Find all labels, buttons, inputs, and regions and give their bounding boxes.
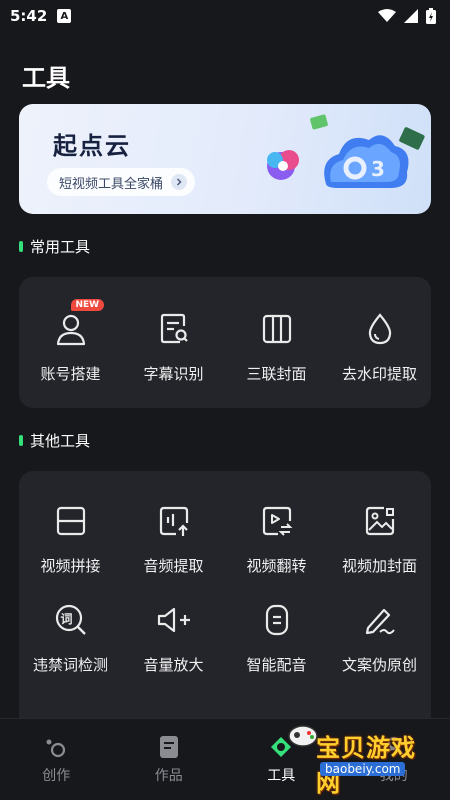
section-label: 常用工具 [30,238,91,256]
tool-volume-boost[interactable]: 音量放大 [122,600,225,675]
watermark-url: baobeiy.com [320,762,406,776]
tool-video-add-cover[interactable]: 视频加封面 [328,501,431,576]
create-icon [44,735,68,759]
works-icon [157,735,181,759]
tool-smart-dubbing[interactable]: 智能配音 [225,600,328,675]
common-tools-card: NEW 账号搭建 字幕识别 三联封面 去水印提取 [19,277,431,408]
tool-banned-word-check[interactable]: 词 违禁词检测 [19,600,122,675]
word-search-icon: 词 [51,600,91,640]
other-tools-card: 视频拼接 音频提取 视频翻转 视频加封面 词 违禁词检测 音量放大 智能配音 文… [19,471,431,731]
section-label: 其他工具 [30,432,91,450]
tool-label: 违禁词检测 [32,656,108,674]
section-marker [19,241,23,252]
promo-banner[interactable]: 起点云 短视频工具全家桶 3 [19,104,431,214]
tool-label: 字幕识别 [143,365,204,383]
tool-account-setup[interactable]: NEW 账号搭建 [19,299,122,384]
banner-pill-label: 短视频工具全家桶 [59,176,164,192]
video-flip-icon [257,501,297,541]
notification-app-icon: A [57,9,72,23]
volume-up-icon [154,600,194,640]
tool-label: 去水印提取 [341,365,417,383]
tool-label: 视频加封面 [341,557,417,575]
word-glyph: 词 [60,612,73,626]
split-frame-icon [51,501,91,541]
tool-video-merge[interactable]: 视频拼接 [19,501,122,576]
svg-text:3: 3 [371,157,385,181]
tab-create[interactable]: 创作 [0,719,113,800]
tool-label: 视频翻转 [246,557,307,575]
droplet-icon [360,309,400,349]
triple-panel-icon [257,309,297,349]
tool-copywriting-rewrite[interactable]: 文案伪原创 [328,600,431,675]
tool-watermark-removal[interactable]: 去水印提取 [328,309,431,384]
audio-extract-icon [154,501,194,541]
user-icon: NEW [51,299,105,349]
tool-subtitle-recognition[interactable]: 字幕识别 [122,309,225,384]
battery-icon [426,8,436,24]
image-cover-icon [360,501,400,541]
banner-title: 起点云 [53,132,131,160]
tab-label: 作品 [154,768,183,784]
pen-icon [360,600,400,640]
wifi-icon [378,9,396,22]
subtitle-search-icon [154,309,194,349]
section-header-other: 其他工具 [19,430,90,451]
site-watermark: 宝贝游戏网 baobeiy.com [288,722,440,797]
tool-label: 文案伪原创 [341,656,417,674]
section-header-common: 常用工具 [19,236,90,257]
tool-label: 视频拼接 [40,557,101,575]
banner-pill-button[interactable]: 短视频工具全家桶 [47,168,196,196]
chevron-right-icon [171,174,188,190]
tool-label: 账号搭建 [40,365,101,383]
gamepad-icon [288,725,318,747]
new-badge: NEW [70,299,105,311]
tool-label: 三联封面 [246,365,307,383]
tool-video-flip[interactable]: 视频翻转 [225,501,328,576]
tool-triple-cover[interactable]: 三联封面 [225,309,328,384]
tab-label: 创作 [42,768,71,784]
status-time: 5:42 [10,7,48,25]
tool-audio-extract[interactable]: 音频提取 [122,501,225,576]
status-bar: 5:42 A [0,0,450,32]
smart-dub-icon [257,600,297,640]
tab-works[interactable]: 作品 [113,719,226,800]
cloud-logo-illustration: 3 [267,114,425,188]
section-marker [19,435,23,446]
tool-label: 音量放大 [143,656,204,674]
cellular-signal-icon [404,9,418,23]
tool-label: 音频提取 [143,557,204,575]
page-title: 工具 [22,64,70,92]
tool-label: 智能配音 [246,656,307,674]
